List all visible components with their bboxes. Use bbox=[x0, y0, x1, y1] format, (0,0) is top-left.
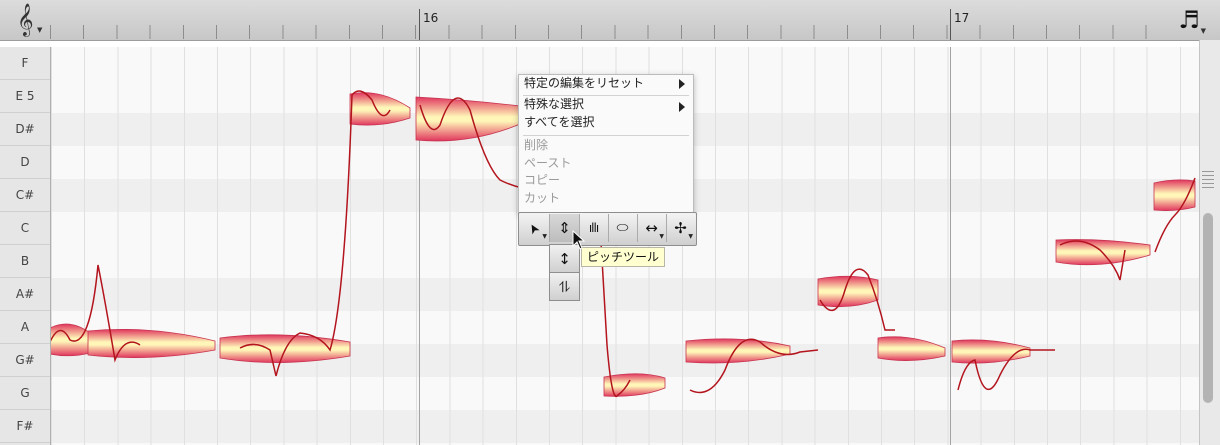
pitch-key-column: F E 5 D# D C# C B A# A G# G F# bbox=[0, 47, 51, 445]
chevron-down-icon: ▼ bbox=[1200, 27, 1206, 35]
pitch-curve bbox=[239, 90, 391, 377]
note-blob bbox=[87, 328, 216, 358]
note-blob bbox=[349, 92, 411, 126]
note-blob bbox=[877, 336, 946, 361]
menu-item-special-select[interactable]: 特殊な選択 bbox=[524, 96, 584, 113]
submenu-arrow-icon bbox=[679, 102, 685, 112]
key-label: G bbox=[0, 377, 50, 410]
bar-tick-16 bbox=[419, 9, 420, 40]
music-note-icon[interactable]: ♬ bbox=[1178, 6, 1200, 34]
separation-tool-button[interactable]: ✢ ▼ bbox=[666, 214, 695, 242]
pitch-drift-tool-button[interactable]: ⥮ bbox=[549, 272, 580, 301]
key-label: D# bbox=[0, 113, 50, 146]
bar-tick-17 bbox=[950, 9, 951, 40]
key-label: F# bbox=[0, 410, 50, 443]
menu-item-delete: 削除 bbox=[524, 138, 549, 152]
menu-item-cut: カット bbox=[524, 191, 561, 205]
tool-palette: ➤ ▼ ⇕ ıllı ⬭ ↔ ▼ ✢ ▼ bbox=[518, 212, 697, 246]
chevron-down-icon: ▼ bbox=[37, 26, 43, 34]
menu-item-reset-specific-edits[interactable]: 特定の編集をリセット bbox=[524, 75, 644, 92]
timing-tool-button[interactable]: ↔ ▼ bbox=[637, 214, 667, 242]
key-label: G# bbox=[0, 344, 50, 377]
pitch-tool-icon: ⇕ bbox=[558, 219, 571, 237]
key-label: E 5 bbox=[0, 80, 50, 113]
formant-tool-button[interactable]: ⬭ bbox=[608, 214, 638, 242]
scroll-grip[interactable] bbox=[1202, 168, 1214, 188]
bar-label-17: 17 bbox=[954, 11, 970, 25]
pitch-drift-tool-icon: ⥮ bbox=[559, 277, 570, 296]
key-label: D bbox=[0, 146, 50, 179]
submenu-arrow-icon bbox=[679, 79, 685, 89]
menu-separator bbox=[523, 135, 689, 136]
context-menu: 特定の編集をリセット 特殊な選択 すべてを選択 削除 ペースト コピー カット bbox=[518, 74, 694, 214]
treble-clef-icon[interactable]: 𝄞 bbox=[17, 4, 34, 36]
menu-item-select-all[interactable]: すべてを選択 bbox=[524, 114, 594, 131]
key-label: C bbox=[0, 212, 50, 245]
note-blob bbox=[1153, 179, 1196, 211]
mouse-cursor-icon bbox=[572, 230, 586, 250]
pitch-modulation-tool-icon: ↕ bbox=[558, 249, 571, 268]
ruler-ticks bbox=[50, 25, 1168, 39]
key-label: A# bbox=[0, 278, 50, 311]
scroll-thumb[interactable] bbox=[1203, 213, 1213, 403]
key-label: C# bbox=[0, 179, 50, 212]
bar-label-16: 16 bbox=[423, 11, 439, 25]
separation-tool-icon: ✢ bbox=[674, 219, 687, 237]
key-label: B bbox=[0, 245, 50, 278]
arrow-tool-icon: ➤ bbox=[525, 219, 544, 237]
note-blob bbox=[415, 96, 521, 142]
chevron-down-icon: ▼ bbox=[542, 233, 547, 240]
key-label: A bbox=[0, 311, 50, 344]
arrow-tool-button[interactable]: ➤ ▼ bbox=[520, 214, 550, 242]
menu-item-paste: ペースト bbox=[524, 156, 572, 170]
timeline-ruler[interactable]: 16 17 𝄞 ▼ ♬ ▼ bbox=[0, 0, 1220, 41]
chevron-down-icon: ▼ bbox=[688, 233, 693, 240]
menu-item-copy: コピー bbox=[524, 173, 561, 187]
amplitude-tool-icon: ıllı bbox=[588, 221, 599, 235]
key-label: F bbox=[0, 47, 50, 80]
chevron-down-icon: ▼ bbox=[659, 233, 664, 240]
timing-tool-icon: ↔ bbox=[645, 219, 658, 237]
tooltip-pitch-tool: ピッチツール bbox=[581, 247, 666, 267]
formant-tool-icon: ⬭ bbox=[616, 220, 629, 236]
